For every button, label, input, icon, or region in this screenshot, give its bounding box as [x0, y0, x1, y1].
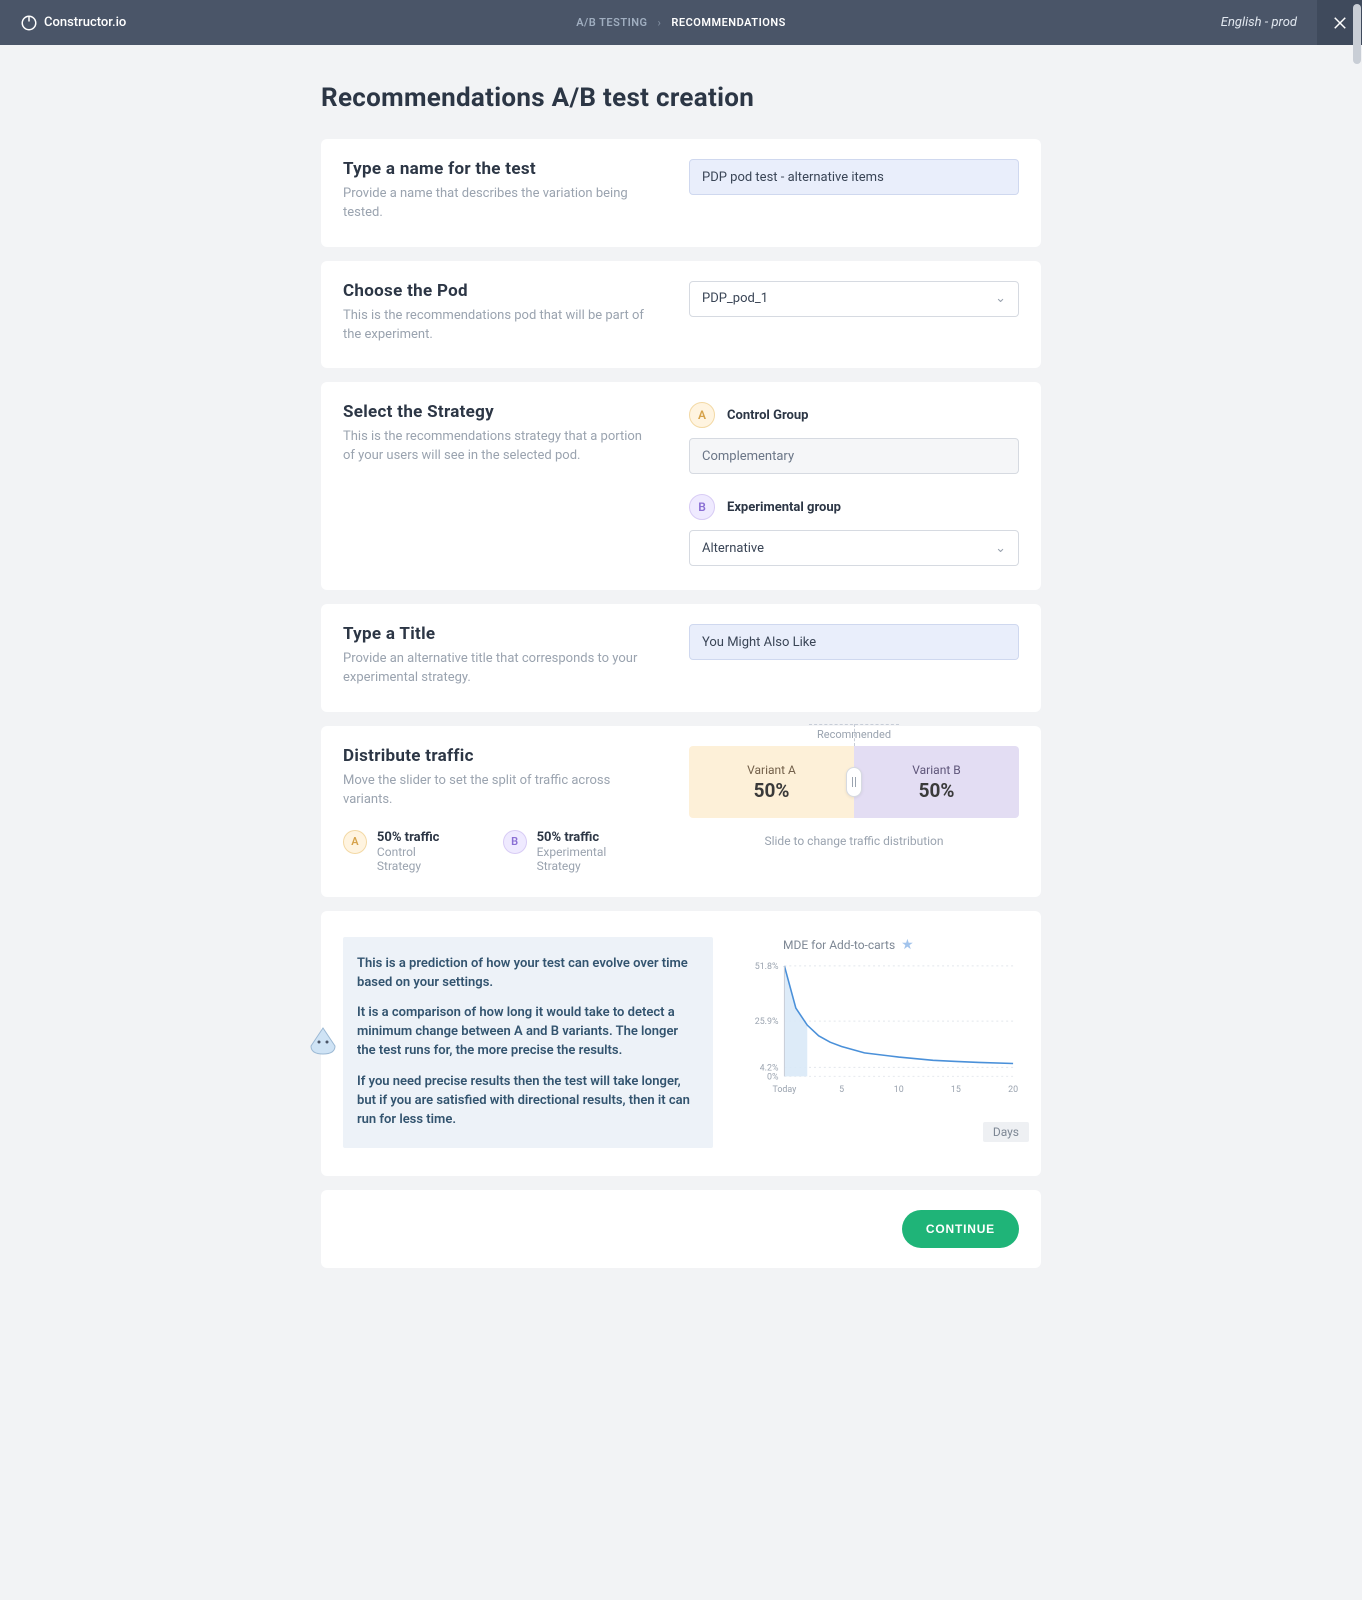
badge-a-icon: A	[689, 402, 715, 428]
mde-chart: MDE for Add-to-carts ★ 51.8%25.9%4.2%0%T…	[743, 937, 1019, 1148]
legend-b-sub: Experimental Strategy	[537, 845, 653, 873]
close-icon	[1331, 14, 1349, 32]
pod-select[interactable]: PDP_pod_1 ⌄	[689, 281, 1019, 317]
slider-caption: Slide to change traffic distribution	[689, 834, 1019, 848]
traffic-slider[interactable]: Variant A 50% Variant B 50%	[689, 746, 1019, 818]
control-group-label: A Control Group	[689, 402, 1019, 428]
svg-text:Today: Today	[772, 1085, 797, 1095]
prediction-para-1: This is a prediction of how your test ca…	[357, 955, 693, 993]
slider-variant-a: Variant A 50%	[689, 746, 854, 818]
brand-logo-icon	[20, 14, 38, 32]
chart-title: MDE for Add-to-carts ★	[783, 937, 1019, 953]
strategy-label: Select the Strategy	[343, 402, 653, 422]
page: Recommendations A/B test creation Type a…	[321, 45, 1041, 1308]
env-label[interactable]: English - prod	[1221, 15, 1317, 30]
svg-text:25.9%: 25.9%	[755, 1017, 779, 1027]
continue-button[interactable]: CONTINUE	[902, 1210, 1019, 1248]
title-desc: Provide an alternative title that corres…	[343, 650, 653, 688]
name-label: Type a name for the test	[343, 159, 653, 179]
badge-b-icon: B	[689, 494, 715, 520]
legend-badge-a-icon: A	[343, 830, 367, 854]
variant-a-name: Variant A	[747, 763, 796, 777]
prediction-text-box: This is a prediction of how your test ca…	[343, 937, 713, 1148]
legend-item-a: A 50% traffic Control Strategy	[343, 830, 463, 873]
control-strategy-value: Complementary	[702, 449, 794, 464]
pod-selected-value: PDP_pod_1	[702, 291, 768, 306]
legend-b-title: 50% traffic	[537, 830, 653, 845]
svg-text:15: 15	[951, 1085, 961, 1095]
strategy-desc: This is the recommendations strategy tha…	[343, 428, 653, 466]
brand: Constructor.io	[20, 14, 126, 32]
chart-title-text: MDE for Add-to-carts	[783, 938, 895, 952]
footer-card: CONTINUE	[321, 1190, 1041, 1268]
page-title: Recommendations A/B test creation	[321, 83, 1041, 113]
scrollbar-thumb[interactable]	[1353, 4, 1361, 64]
chevron-right-icon: ›	[658, 16, 662, 29]
mde-chart-svg: 51.8%25.9%4.2%0%Today5101520	[743, 959, 1019, 1099]
chevron-down-icon: ⌄	[995, 541, 1006, 556]
breadcrumb: A/B TESTING › RECOMMENDATIONS	[576, 16, 786, 29]
variant-b-name: Variant B	[912, 763, 960, 777]
chevron-down-icon: ⌄	[995, 291, 1006, 306]
pod-card: Choose the Pod This is the recommendatio…	[321, 261, 1041, 369]
prediction-para-2: It is a comparison of how long it would …	[357, 1004, 693, 1061]
legend-a-sub: Control Strategy	[377, 845, 463, 873]
experimental-strategy-value: Alternative	[702, 541, 764, 556]
legend-item-b: B 50% traffic Experimental Strategy	[503, 830, 653, 873]
traffic-desc: Move the slider to set the split of traf…	[343, 772, 653, 810]
svg-text:5: 5	[839, 1085, 844, 1095]
strategy-card: Select the Strategy This is the recommen…	[321, 382, 1041, 590]
mascot-icon	[305, 1024, 341, 1060]
experimental-strategy-select[interactable]: Alternative ⌄	[689, 530, 1019, 566]
slider-handle[interactable]	[846, 767, 862, 797]
experimental-group-label: B Experimental group	[689, 494, 1019, 520]
svg-text:0%: 0%	[767, 1072, 779, 1082]
variant-a-pct: 50%	[754, 779, 790, 802]
brand-name: Constructor.io	[44, 15, 126, 30]
svg-text:10: 10	[894, 1085, 904, 1095]
pod-desc: This is the recommendations pod that wil…	[343, 307, 653, 345]
slider-variant-b: Variant B 50%	[854, 746, 1019, 818]
breadcrumb-section[interactable]: A/B TESTING	[576, 16, 647, 29]
title-label: Type a Title	[343, 624, 653, 644]
chart-xlabel: Days	[983, 1122, 1029, 1142]
traffic-card: Distribute traffic Move the slider to se…	[321, 726, 1041, 897]
breadcrumb-current: RECOMMENDATIONS	[671, 16, 785, 29]
traffic-label: Distribute traffic	[343, 746, 653, 766]
variant-b-pct: 50%	[919, 779, 955, 802]
svg-text:20: 20	[1008, 1085, 1018, 1095]
title-value: You Might Also Like	[702, 635, 816, 650]
star-icon: ★	[901, 937, 914, 953]
header-right: English - prod	[1221, 0, 1362, 45]
experimental-group-text: Experimental group	[727, 500, 841, 515]
name-desc: Provide a name that describes the variat…	[343, 185, 653, 223]
legend-a-title: 50% traffic	[377, 830, 463, 845]
legend-badge-b-icon: B	[503, 830, 527, 854]
control-strategy-display: Complementary	[689, 438, 1019, 474]
recommended-line	[854, 724, 855, 746]
svg-text:51.8%: 51.8%	[755, 962, 779, 972]
test-name-input[interactable]: PDP pod test - alternative items	[689, 159, 1019, 195]
app-header: Constructor.io A/B TESTING › RECOMMENDAT…	[0, 0, 1362, 45]
test-name-value: PDP pod test - alternative items	[702, 170, 884, 185]
prediction-card: This is a prediction of how your test ca…	[321, 911, 1041, 1176]
traffic-slider-wrap: Recommended Variant A 50% Variant B 50%	[689, 746, 1019, 848]
title-input[interactable]: You Might Also Like	[689, 624, 1019, 660]
name-card: Type a name for the test Provide a name …	[321, 139, 1041, 247]
title-card: Type a Title Provide an alternative titl…	[321, 604, 1041, 712]
prediction-para-3: If you need precise results then the tes…	[357, 1073, 693, 1130]
control-group-text: Control Group	[727, 408, 808, 423]
pod-label: Choose the Pod	[343, 281, 653, 301]
